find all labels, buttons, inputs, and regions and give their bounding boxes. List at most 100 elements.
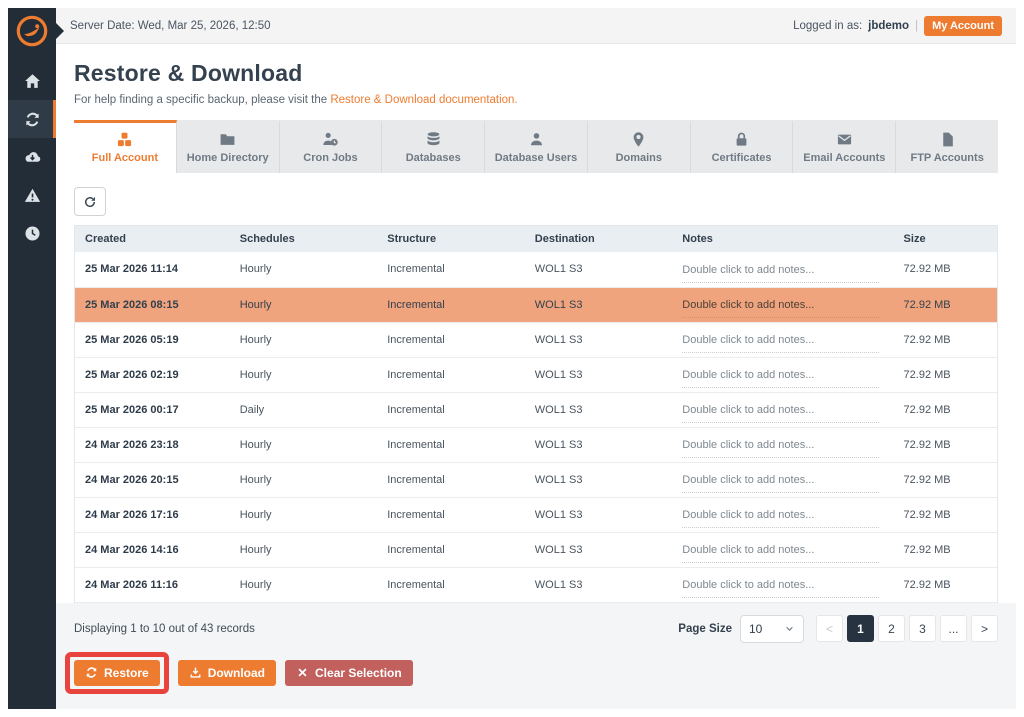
- table-footer: Displaying 1 to 10 out of 43 records Pag…: [56, 603, 1016, 710]
- page-size-select[interactable]: 10: [740, 615, 804, 643]
- column-header-notes[interactable]: Notes: [674, 226, 895, 252]
- tab-database-users[interactable]: Database Users: [485, 120, 588, 173]
- restore-button[interactable]: Restore: [74, 660, 160, 686]
- cell-size: 72.92 MB: [896, 357, 997, 392]
- page-button-3[interactable]: 3: [909, 615, 936, 642]
- page-size-label: Page Size: [678, 623, 732, 635]
- page-button-1[interactable]: 1: [847, 615, 874, 642]
- column-header-size[interactable]: Size: [896, 226, 997, 252]
- cell-size: 72.92 MB: [896, 462, 997, 497]
- tab-cron-jobs[interactable]: Cron Jobs: [280, 120, 383, 173]
- cell-notes[interactable]: Double click to add notes...: [674, 322, 895, 357]
- page-button-prev[interactable]: <: [816, 615, 843, 642]
- notes-placeholder[interactable]: Double click to add notes...: [682, 542, 879, 563]
- table-row[interactable]: 24 Mar 2026 17:16HourlyIncrementalWOL1 S…: [75, 497, 997, 532]
- table-row[interactable]: 25 Mar 2026 05:19HourlyIncrementalWOL1 S…: [75, 322, 997, 357]
- column-header-created[interactable]: Created: [75, 226, 232, 252]
- pager: Page Size 10 <123...>: [678, 615, 998, 643]
- notes-placeholder[interactable]: Double click to add notes...: [682, 297, 879, 318]
- sidebar-item-downloads[interactable]: [8, 138, 56, 176]
- logo-notch: [56, 23, 64, 39]
- refresh-icon: [83, 195, 97, 209]
- cell-notes[interactable]: Double click to add notes...: [674, 287, 895, 322]
- notes-placeholder[interactable]: Double click to add notes...: [682, 507, 879, 528]
- cell-notes[interactable]: Double click to add notes...: [674, 392, 895, 427]
- cell-notes[interactable]: Double click to add notes...: [674, 252, 895, 287]
- cell-size: 72.92 MB: [896, 427, 997, 462]
- page-button-...[interactable]: ...: [940, 615, 967, 642]
- warning-icon: [24, 187, 41, 204]
- home-icon: [24, 73, 41, 90]
- cell-size: 72.92 MB: [896, 497, 997, 532]
- tab-label: Domains: [616, 152, 662, 164]
- sidebar-item-restore-download[interactable]: [8, 100, 56, 138]
- notes-placeholder[interactable]: Double click to add notes...: [682, 332, 879, 353]
- map-pin-icon: [630, 131, 647, 148]
- cell-notes[interactable]: Double click to add notes...: [674, 567, 895, 602]
- notes-placeholder[interactable]: Double click to add notes...: [682, 402, 879, 423]
- tab-email-accounts[interactable]: Email Accounts: [793, 120, 896, 173]
- tab-label: Certificates: [712, 152, 772, 164]
- notes-placeholder[interactable]: Double click to add notes...: [682, 577, 879, 598]
- download-button[interactable]: Download: [178, 660, 276, 686]
- cell-schedules: Hourly: [232, 322, 380, 357]
- clear-selection-button[interactable]: Clear Selection: [285, 660, 413, 686]
- cell-notes[interactable]: Double click to add notes...: [674, 427, 895, 462]
- sidebar-item-queue-history[interactable]: [8, 214, 56, 252]
- cell-size: 72.92 MB: [896, 322, 997, 357]
- cloud-download-icon: [24, 149, 41, 166]
- logged-in-label: Logged in as:: [793, 20, 862, 32]
- jetbackup-logo-icon: [15, 14, 49, 48]
- table-row-selected[interactable]: 25 Mar 2026 08:15HourlyIncrementalWOL1 S…: [75, 287, 997, 322]
- cell-notes[interactable]: Double click to add notes...: [674, 462, 895, 497]
- column-header-structure[interactable]: Structure: [379, 226, 527, 252]
- sidebar-item-home[interactable]: [8, 62, 56, 100]
- backups-table: CreatedSchedulesStructureDestinationNote…: [75, 226, 997, 603]
- backups-table-wrap: CreatedSchedulesStructureDestinationNote…: [74, 225, 998, 603]
- notes-placeholder[interactable]: Double click to add notes...: [682, 367, 879, 388]
- cell-schedules: Hourly: [232, 427, 380, 462]
- table-row[interactable]: 24 Mar 2026 23:18HourlyIncrementalWOL1 S…: [75, 427, 997, 462]
- table-row[interactable]: 25 Mar 2026 00:17DailyIncrementalWOL1 S3…: [75, 392, 997, 427]
- my-account-button[interactable]: My Account: [924, 16, 1002, 36]
- table-row[interactable]: 24 Mar 2026 20:15HourlyIncrementalWOL1 S…: [75, 462, 997, 497]
- cell-created: 25 Mar 2026 02:19: [75, 357, 232, 392]
- pagination: <123...>: [816, 615, 998, 642]
- cell-created: 24 Mar 2026 20:15: [75, 462, 232, 497]
- tab-domains[interactable]: Domains: [588, 120, 691, 173]
- column-header-schedules[interactable]: Schedules: [232, 226, 380, 252]
- user-icon: [528, 131, 545, 148]
- folder-icon: [219, 131, 236, 148]
- tab-home-directory[interactable]: Home Directory: [177, 120, 280, 173]
- cell-structure: Incremental: [379, 392, 527, 427]
- table-row[interactable]: 24 Mar 2026 11:16HourlyIncrementalWOL1 S…: [75, 567, 997, 602]
- cell-notes[interactable]: Double click to add notes...: [674, 357, 895, 392]
- refresh-button[interactable]: [74, 187, 106, 216]
- envelope-icon: [836, 131, 853, 148]
- table-row[interactable]: 25 Mar 2026 11:14HourlyIncrementalWOL1 S…: [75, 252, 997, 287]
- tab-label: Home Directory: [187, 152, 269, 164]
- notes-placeholder[interactable]: Double click to add notes...: [682, 262, 879, 283]
- tab-certificates[interactable]: Certificates: [691, 120, 794, 173]
- tab-full-account[interactable]: Full Account: [74, 120, 177, 173]
- column-header-destination[interactable]: Destination: [527, 226, 675, 252]
- table-row[interactable]: 25 Mar 2026 02:19HourlyIncrementalWOL1 S…: [75, 357, 997, 392]
- table-row[interactable]: 24 Mar 2026 14:16HourlyIncrementalWOL1 S…: [75, 532, 997, 567]
- page-button-2[interactable]: 2: [878, 615, 905, 642]
- cell-destination: WOL1 S3: [527, 532, 675, 567]
- action-buttons: Restore Download Clear Selection: [74, 652, 998, 694]
- app-logo[interactable]: [8, 8, 56, 54]
- page-button-next[interactable]: >: [971, 615, 998, 642]
- button-label: Restore: [104, 666, 149, 680]
- notes-placeholder[interactable]: Double click to add notes...: [682, 472, 879, 493]
- tab-ftp-accounts[interactable]: FTP Accounts: [896, 120, 998, 173]
- documentation-link[interactable]: Restore & Download documentation.: [330, 94, 517, 106]
- cell-schedules: Hourly: [232, 497, 380, 532]
- cell-structure: Incremental: [379, 252, 527, 287]
- notes-placeholder[interactable]: Double click to add notes...: [682, 437, 879, 458]
- cell-notes[interactable]: Double click to add notes...: [674, 532, 895, 567]
- cell-schedules: Hourly: [232, 462, 380, 497]
- tab-databases[interactable]: Databases: [382, 120, 485, 173]
- sidebar-item-alerts[interactable]: [8, 176, 56, 214]
- cell-notes[interactable]: Double click to add notes...: [674, 497, 895, 532]
